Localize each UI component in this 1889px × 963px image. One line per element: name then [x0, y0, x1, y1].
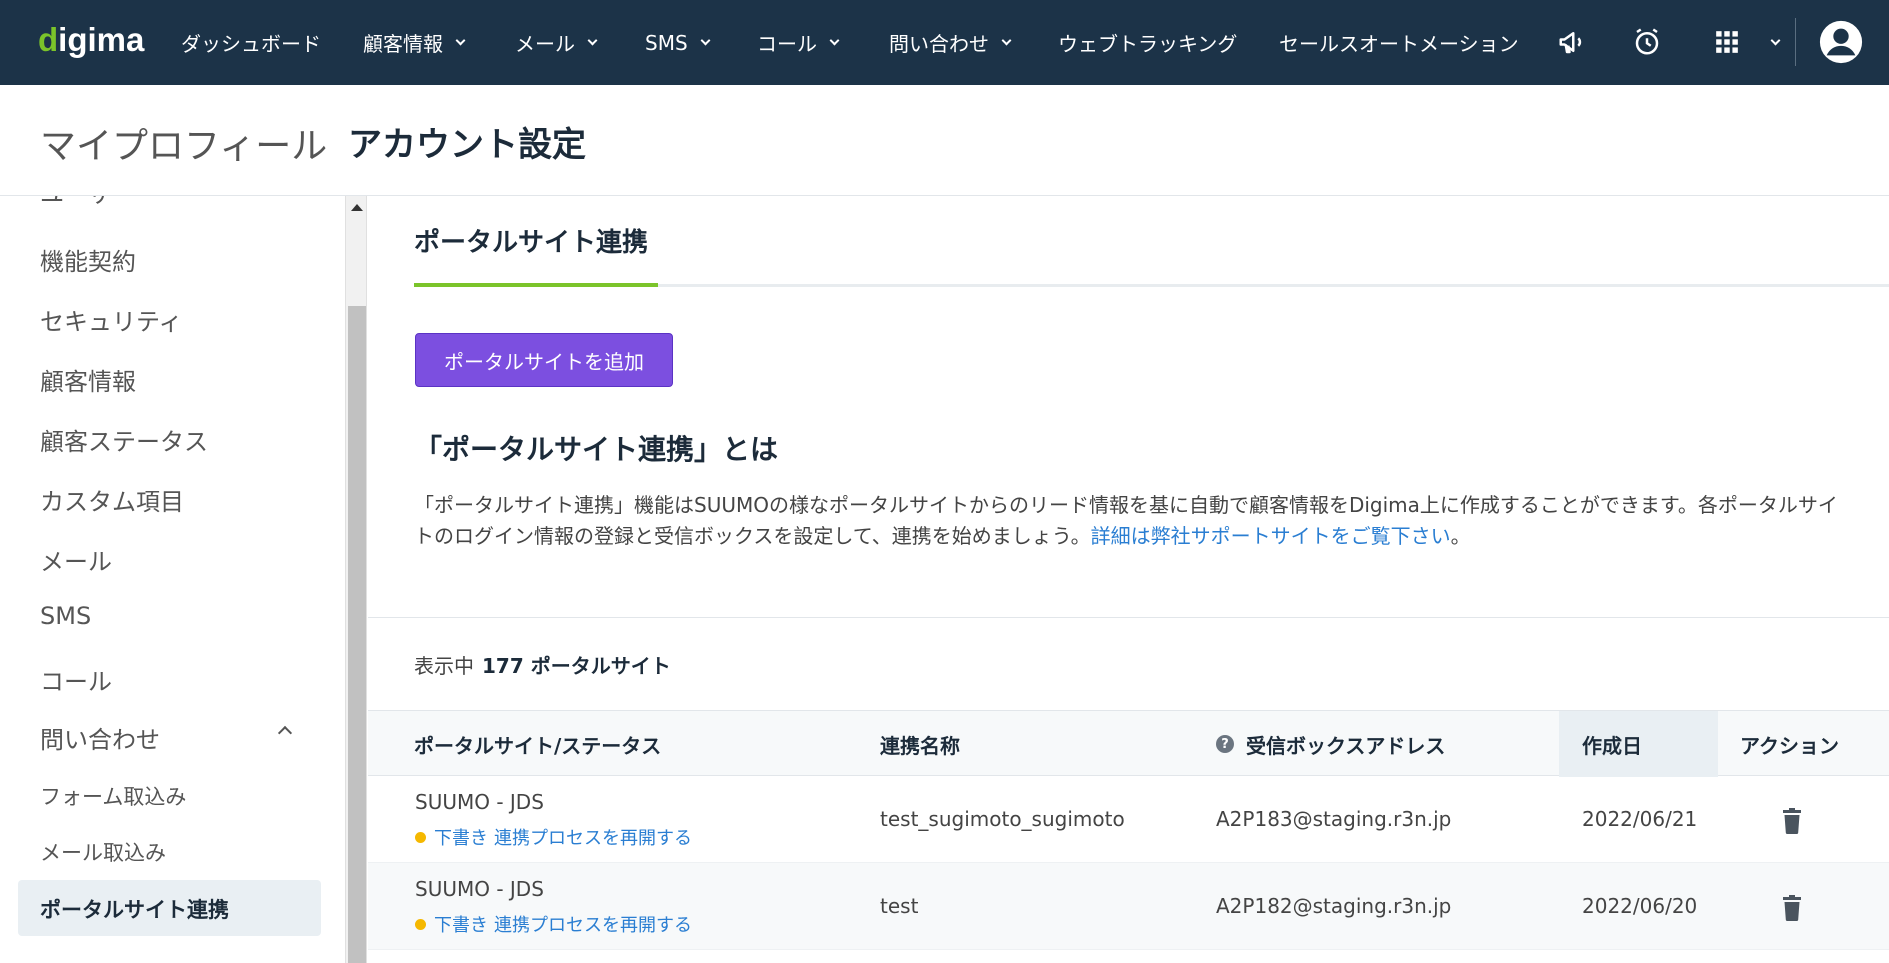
- page-header: マイプロフィール アカウント設定: [0, 85, 1889, 196]
- chevron-down-icon: [587, 35, 598, 46]
- sidebar-item-sms[interactable]: SMS: [40, 602, 91, 630]
- about-heading: 「ポータルサイト連携」とは: [414, 433, 779, 466]
- resume-process-link[interactable]: 連携プロセスを再開する: [494, 911, 692, 937]
- sidebar-item-mail[interactable]: メール: [40, 542, 112, 577]
- nav-divider: [1795, 18, 1796, 66]
- nav-call-label: コール: [757, 32, 817, 56]
- integration-name: test_sugimoto_sugimoto: [880, 807, 1125, 831]
- breadcrumb-my-profile[interactable]: マイプロフィール: [40, 117, 327, 169]
- nav-mail[interactable]: メール: [515, 0, 598, 85]
- chevron-down-icon: [1001, 35, 1012, 46]
- scroll-thumb[interactable]: [348, 306, 366, 963]
- trash-icon[interactable]: [1781, 895, 1803, 921]
- chevron-up-icon[interactable]: [277, 725, 293, 741]
- tab-portal-integration[interactable]: ポータルサイト連携: [414, 222, 648, 259]
- table-row: SUUMO - JDS 下書き 連携プロセスを再開する test_sugimot…: [368, 776, 1889, 863]
- help-icon[interactable]: ?: [1216, 735, 1234, 753]
- table-row: SUUMO - JDS 下書き 連携プロセスを再開する test A2P182@…: [368, 863, 1889, 950]
- logo-d: d: [38, 21, 59, 58]
- main-content: ポータルサイト連携 ポータルサイトを追加 「ポータルサイト連携」とは 「ポータル…: [368, 196, 1889, 963]
- column-header-date[interactable]: 作成日: [1582, 711, 1642, 777]
- nav-customers-label: 顧客情報: [363, 32, 443, 56]
- sidebar-subitem-form-import[interactable]: フォーム取込み: [40, 781, 186, 811]
- nav-sms[interactable]: SMS: [645, 0, 711, 85]
- count-label: 表示中: [414, 654, 474, 678]
- apps-dropdown[interactable]: [1758, 0, 1781, 85]
- tab-active-indicator: [414, 283, 658, 287]
- section-divider: [368, 617, 1889, 618]
- alarm-clock-icon[interactable]: [1629, 24, 1665, 60]
- nav-sales-automation-label: セールスオートメーション: [1279, 32, 1519, 56]
- result-count: 表示中 177 ポータルサイト: [414, 650, 671, 679]
- about-description: 「ポータルサイト連携」機能はSUUMOの様なポータルサイトからのリード情報を基に…: [414, 490, 1854, 552]
- apps-grid-icon[interactable]: [1709, 24, 1745, 60]
- support-site-link[interactable]: 詳細は弊社サポートサイトをご覧下さい: [1091, 524, 1451, 548]
- nav-dashboard-label: ダッシュボード: [181, 32, 321, 56]
- sidebar-item-custom-fields[interactable]: カスタム項目: [40, 482, 184, 517]
- sidebar-item-users[interactable]: ユーザー: [40, 196, 136, 209]
- count-value: 177 ポータルサイト: [482, 654, 671, 678]
- about-period: 。: [1450, 524, 1471, 548]
- sidebar-item-call[interactable]: コール: [40, 662, 112, 697]
- status-dot: [415, 918, 426, 930]
- column-header-action: アクション: [1740, 733, 1839, 758]
- nav-sales-automation[interactable]: セールスオートメーション: [1279, 0, 1519, 85]
- chevron-down-icon: [1770, 35, 1781, 46]
- nav-sms-label: SMS: [645, 30, 688, 55]
- status-draft: 下書き: [434, 828, 488, 849]
- column-header-inbox-label: 受信ボックスアドレス: [1246, 733, 1446, 758]
- sidebar-item-portal-integration[interactable]: ポータルサイト連携: [18, 880, 321, 936]
- status-draft: 下書き: [434, 915, 488, 936]
- trash-icon[interactable]: [1781, 808, 1803, 834]
- row-status: 下書き 連携プロセスを再開する: [415, 824, 692, 850]
- column-header-portal[interactable]: ポータルサイト/ステータス: [414, 711, 661, 777]
- portal-name: SUUMO - JDS: [415, 790, 544, 814]
- top-navbar: d igima ダッシュボード 顧客情報 メール SMS コール 問い合わせ ウェ…: [0, 0, 1889, 85]
- nav-web-tracking[interactable]: ウェブトラッキング: [1058, 0, 1237, 85]
- nav-web-tracking-label: ウェブトラッキング: [1058, 32, 1238, 56]
- status-dot: [415, 831, 426, 843]
- created-date: 2022/06/21: [1582, 807, 1698, 831]
- inbox-address: A2P182@staging.r3n.jp: [1216, 894, 1452, 918]
- sidebar-item-inquiries[interactable]: 問い合わせ: [40, 720, 160, 755]
- nav-call[interactable]: コール: [757, 0, 840, 85]
- page-title: アカウント設定: [348, 125, 586, 165]
- nav-mail-label: メール: [515, 32, 575, 56]
- sidebar-item-customer-status[interactable]: 顧客ステータス: [40, 422, 208, 457]
- scroll-up-arrow-icon[interactable]: [351, 204, 363, 211]
- column-header-name[interactable]: 連携名称: [880, 711, 960, 777]
- megaphone-icon[interactable]: [1554, 24, 1590, 60]
- portal-name: SUUMO - JDS: [415, 877, 544, 901]
- table-header: ポータルサイト/ステータス 連携名称 ? 受信ボックスアドレス 作成日 アクション: [368, 710, 1889, 777]
- add-portal-site-button[interactable]: ポータルサイトを追加: [415, 333, 673, 387]
- sidebar-item-security[interactable]: セキュリティ: [40, 302, 183, 337]
- nav-inquiries-label: 問い合わせ: [889, 32, 989, 56]
- nav-inquiries[interactable]: 問い合わせ: [889, 0, 1012, 85]
- sidebar-subitem-mail-import[interactable]: メール取込み: [40, 837, 166, 867]
- sidebar-item-customer-info[interactable]: 顧客情報: [40, 362, 136, 397]
- nav-dashboard[interactable]: ダッシュボード: [181, 0, 321, 85]
- sidebar-item-portal-integration-label: ポータルサイト連携: [40, 898, 229, 922]
- column-header-inbox[interactable]: ? 受信ボックスアドレス: [1216, 711, 1445, 777]
- row-status: 下書き 連携プロセスを再開する: [415, 911, 692, 937]
- inbox-address: A2P183@staging.r3n.jp: [1216, 807, 1452, 831]
- logo-rest: igima: [58, 21, 145, 58]
- sidebar-scrollbar[interactable]: [345, 196, 367, 963]
- resume-process-link[interactable]: 連携プロセスを再開する: [494, 824, 692, 850]
- sidebar-item-feature-contract[interactable]: 機能契約: [40, 242, 136, 277]
- chevron-down-icon: [829, 35, 840, 46]
- chevron-down-icon: [700, 35, 711, 46]
- settings-sidebar: ユーザー 機能契約 セキュリティ 顧客情報 顧客ステータス カスタム項目 メール…: [0, 196, 345, 963]
- integration-name: test: [880, 894, 919, 918]
- user-avatar-icon[interactable]: [1818, 19, 1864, 65]
- chevron-down-icon: [455, 35, 466, 46]
- nav-customers[interactable]: 顧客情報: [363, 0, 466, 85]
- created-date: 2022/06/20: [1582, 894, 1698, 918]
- digima-logo[interactable]: d igima: [38, 20, 144, 60]
